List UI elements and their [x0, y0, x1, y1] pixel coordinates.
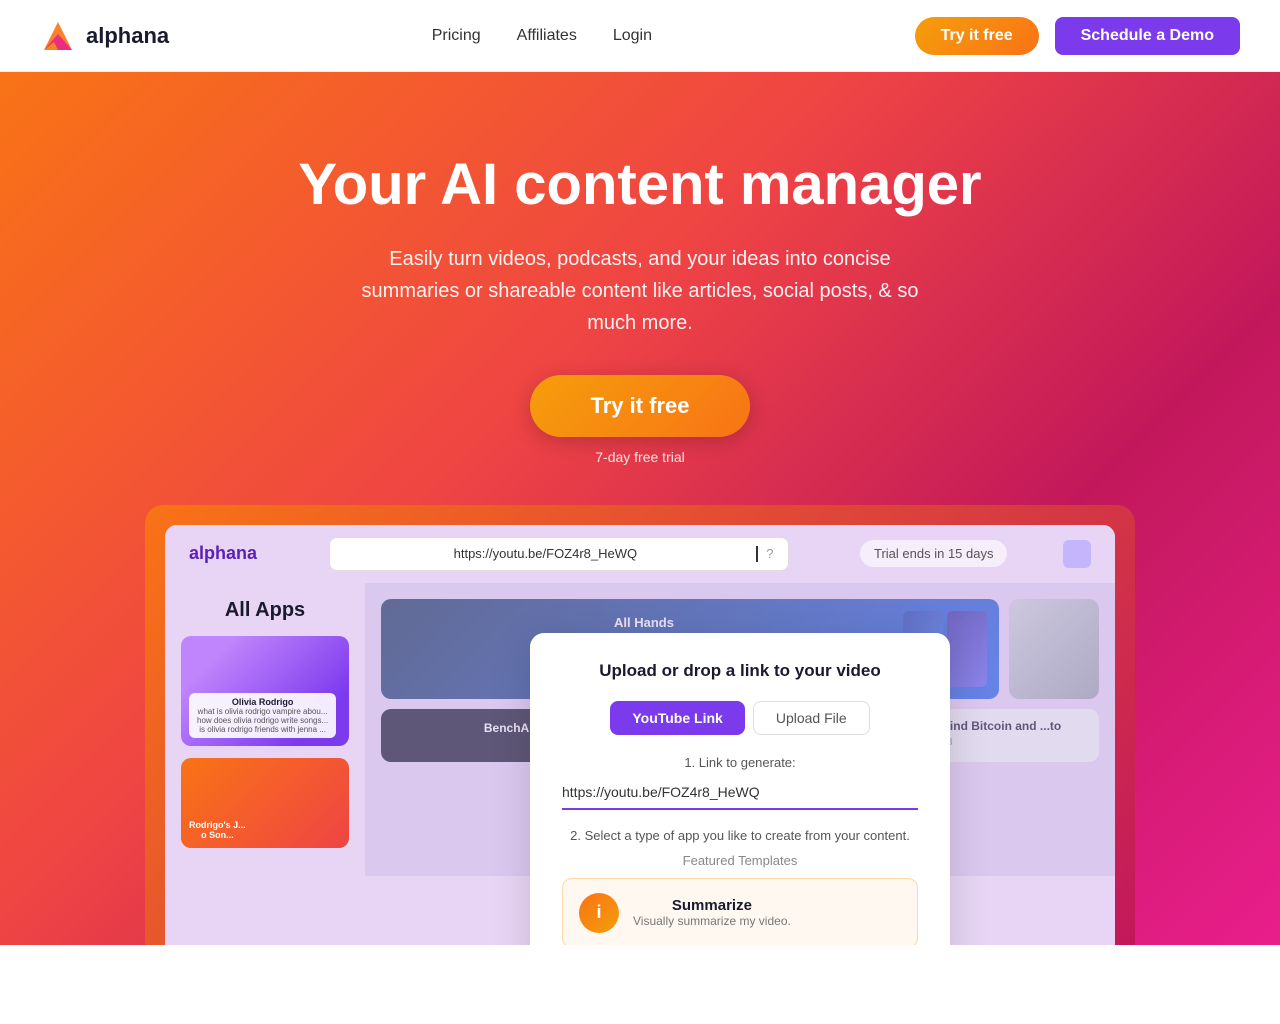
trial-badge: Trial ends in 15 days	[860, 540, 1007, 567]
nav-schedule-button[interactable]: Schedule a Demo	[1055, 17, 1240, 55]
info-icon: i	[596, 902, 601, 923]
hero-title: Your AI content manager	[20, 152, 1260, 219]
modal-link-input[interactable]	[562, 776, 918, 810]
modal-tab-youtube[interactable]: YouTube Link	[610, 701, 744, 735]
logo-text: alphana	[86, 23, 169, 49]
modal-overlay: Upload or drop a link to your video YouT…	[365, 583, 1115, 876]
modal-featured-label: Featured Templates	[562, 853, 918, 868]
nav-affiliates[interactable]: Affiliates	[517, 27, 577, 45]
thumb1-desc: what is olivia rodrigo vampire abou...	[197, 707, 328, 716]
app-preview-wrapper: alphana https://youtu.be/FOZ4r8_HeWQ ? T…	[145, 505, 1135, 945]
alphana-logo-icon	[40, 18, 76, 54]
video-thumb-2: Rodrigo's J...o Son...	[181, 758, 349, 848]
hero-section: Your AI content manager Easily turn vide…	[0, 72, 1280, 945]
nav-try-free-button[interactable]: Try it free	[915, 17, 1039, 55]
app-url-bar[interactable]: https://youtu.be/FOZ4r8_HeWQ ?	[329, 537, 789, 571]
nav-actions: Try it free Schedule a Demo	[915, 17, 1240, 55]
video-thumb-1: Olivia Rodrigo what is olivia rodrigo va…	[181, 636, 349, 746]
modal-tabs: YouTube Link Upload File	[562, 701, 918, 735]
nav-login[interactable]: Login	[613, 27, 652, 45]
logo: alphana	[40, 18, 169, 54]
app-topbar: alphana https://youtu.be/FOZ4r8_HeWQ ? T…	[165, 525, 1115, 583]
modal-link-label: 1. Link to generate:	[562, 755, 918, 770]
modal-card-text: Summarize Visually summarize my video.	[633, 897, 791, 928]
app-logo: alphana	[189, 543, 257, 564]
url-help-icon: ?	[766, 546, 773, 561]
url-cursor	[756, 546, 758, 562]
modal-card-desc: Visually summarize my video.	[633, 914, 791, 928]
modal-area: Upload or drop a link to your video YouT…	[365, 583, 1115, 876]
modal-box: Upload or drop a link to your video YouT…	[530, 633, 950, 945]
app-preview-inner: alphana https://youtu.be/FOZ4r8_HeWQ ? T…	[165, 525, 1115, 945]
modal-card-title: Summarize	[633, 897, 791, 914]
nav-links: Pricing Affiliates Login	[432, 27, 652, 45]
app-content: All Apps Olivia Rodrigo what is olivia r…	[165, 583, 1115, 876]
hero-subtitle: Easily turn videos, podcasts, and your i…	[340, 243, 940, 339]
url-value: https://youtu.be/FOZ4r8_HeWQ	[344, 546, 748, 561]
hero-cta-button[interactable]: Try it free	[530, 375, 749, 437]
modal-tab-upload[interactable]: Upload File	[753, 701, 870, 735]
trial-collapse-button[interactable]	[1063, 540, 1091, 568]
nav-pricing[interactable]: Pricing	[432, 27, 481, 45]
thumb2-label: Rodrigo's J...o Son...	[189, 820, 246, 840]
all-apps-title: All Apps	[181, 599, 349, 622]
navbar: alphana Pricing Affiliates Login Try it …	[0, 0, 1280, 72]
modal-template-card[interactable]: i Summarize Visually summarize my video.	[562, 878, 918, 945]
modal-card-icon: i	[579, 893, 619, 933]
hero-trial-note: 7-day free trial	[20, 449, 1260, 465]
app-left-panel: All Apps Olivia Rodrigo what is olivia r…	[165, 583, 365, 876]
thumb1-name: Olivia Rodrigo	[197, 697, 328, 707]
modal-select-label: 2. Select a type of app you like to crea…	[562, 828, 918, 843]
modal-title: Upload or drop a link to your video	[562, 661, 918, 681]
